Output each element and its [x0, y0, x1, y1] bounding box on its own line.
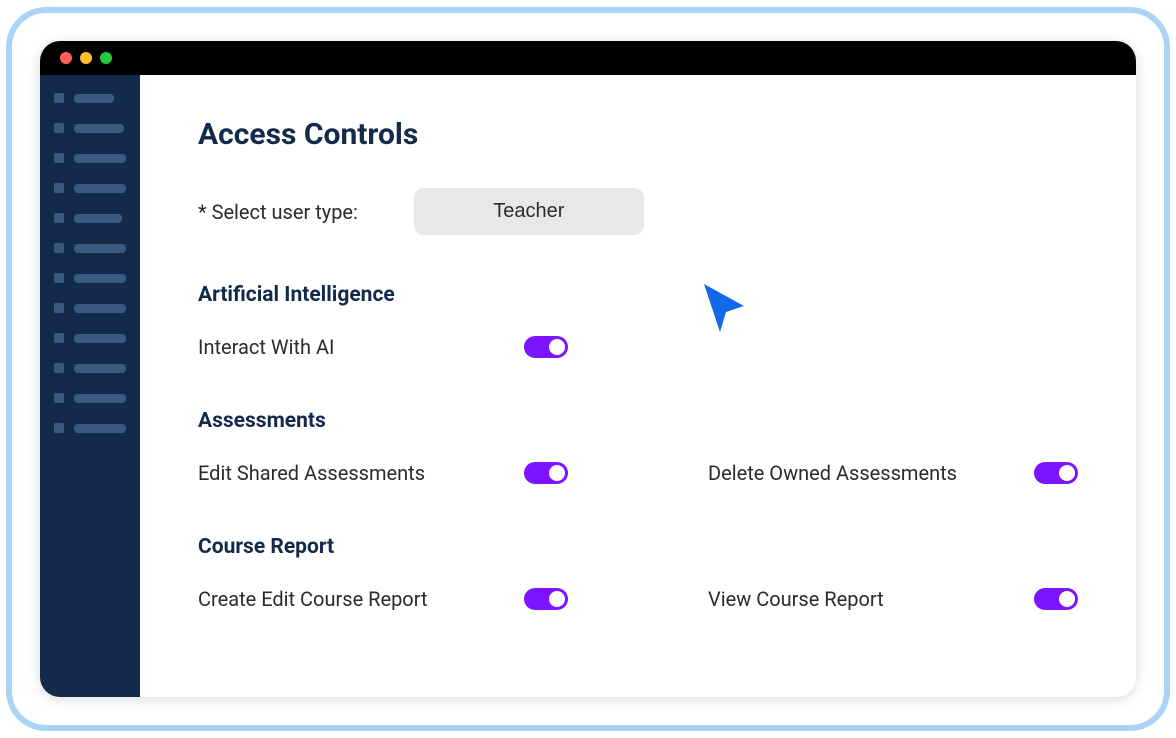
sidebar: [40, 75, 140, 697]
close-icon[interactable]: [60, 52, 72, 64]
option-edit-shared: Edit Shared Assessments: [198, 461, 568, 485]
course-report-options: Create Edit Course Report View Course Re…: [198, 587, 1078, 611]
sidebar-icon: [54, 153, 64, 163]
app-body: Access Controls * Select user type: Teac…: [40, 75, 1136, 697]
sidebar-icon: [54, 303, 64, 313]
edit-shared-toggle[interactable]: [524, 462, 568, 484]
option-view-report: View Course Report: [708, 587, 1078, 611]
ai-options: Interact With AI: [198, 335, 1078, 359]
sidebar-icon: [54, 213, 64, 223]
interact-ai-toggle[interactable]: [524, 336, 568, 358]
sidebar-item[interactable]: [54, 183, 126, 193]
user-type-row: * Select user type: Teacher: [198, 188, 1078, 235]
minimize-icon[interactable]: [80, 52, 92, 64]
sidebar-icon: [54, 393, 64, 403]
sidebar-item[interactable]: [54, 363, 126, 373]
option-interact-ai: Interact With AI: [198, 335, 568, 359]
sidebar-item[interactable]: [54, 273, 126, 283]
outer-frame: Access Controls * Select user type: Teac…: [6, 7, 1170, 731]
sidebar-item[interactable]: [54, 153, 126, 163]
section-title-assessments: Assessments: [198, 403, 1078, 433]
create-edit-report-toggle[interactable]: [524, 588, 568, 610]
sidebar-icon: [54, 243, 64, 253]
edit-shared-label: Edit Shared Assessments: [198, 461, 425, 485]
sidebar-item[interactable]: [54, 243, 126, 253]
sidebar-item[interactable]: [54, 213, 126, 223]
page-title: Access Controls: [198, 117, 1078, 152]
sidebar-icon: [54, 423, 64, 433]
select-user-label: * Select user type:: [198, 200, 358, 224]
delete-owned-toggle[interactable]: [1034, 462, 1078, 484]
sidebar-item[interactable]: [54, 333, 126, 343]
sidebar-icon: [54, 123, 64, 133]
sidebar-icon: [54, 273, 64, 283]
sidebar-item[interactable]: [54, 123, 126, 133]
sidebar-item[interactable]: [54, 423, 126, 433]
create-edit-report-label: Create Edit Course Report: [198, 587, 428, 611]
sidebar-icon: [54, 363, 64, 373]
content: Access Controls * Select user type: Teac…: [140, 75, 1136, 697]
section-title-course-report: Course Report: [198, 529, 1078, 559]
delete-owned-label: Delete Owned Assessments: [708, 461, 957, 485]
sidebar-icon: [54, 333, 64, 343]
sidebar-item[interactable]: [54, 93, 126, 103]
user-type-select[interactable]: Teacher: [414, 188, 644, 235]
maximize-icon[interactable]: [100, 52, 112, 64]
option-create-edit-report: Create Edit Course Report: [198, 587, 568, 611]
view-report-toggle[interactable]: [1034, 588, 1078, 610]
sidebar-item[interactable]: [54, 303, 126, 313]
sidebar-icon: [54, 183, 64, 193]
window: Access Controls * Select user type: Teac…: [40, 41, 1136, 697]
assessments-options: Edit Shared Assessments Delete Owned Ass…: [198, 461, 1078, 485]
interact-ai-label: Interact With AI: [198, 335, 334, 359]
title-bar: [40, 41, 1136, 75]
sidebar-icon: [54, 93, 64, 103]
section-title-ai: Artificial Intelligence: [198, 277, 1078, 307]
option-delete-owned: Delete Owned Assessments: [708, 461, 1078, 485]
view-report-label: View Course Report: [708, 587, 884, 611]
sidebar-item[interactable]: [54, 393, 126, 403]
